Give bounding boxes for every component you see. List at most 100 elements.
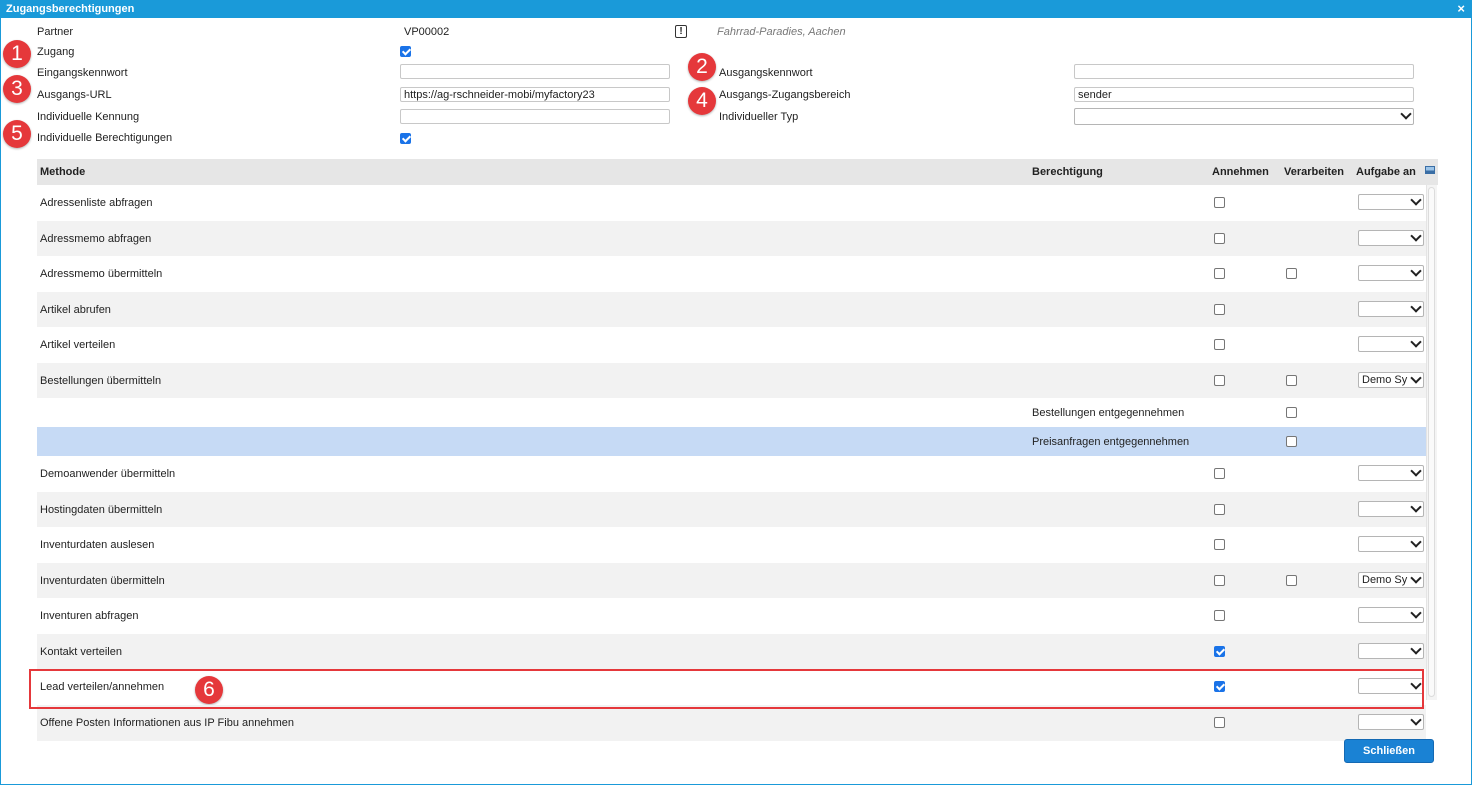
grid-scrollbar-thumb[interactable] <box>1428 187 1435 697</box>
annehmen-checkbox[interactable] <box>1214 197 1225 208</box>
annehmen-checkbox[interactable] <box>1214 268 1225 279</box>
annehmen-checkbox[interactable] <box>1214 468 1225 479</box>
table-row[interactable]: Artikel abrufen <box>37 292 1426 327</box>
table-row[interactable]: Hostingdaten übermitteln <box>37 492 1426 527</box>
chevron-down-icon <box>1410 231 1422 242</box>
annehmen-checkbox[interactable] <box>1214 610 1225 621</box>
table-row[interactable]: Adressenliste abfragen <box>37 185 1426 221</box>
column-header-verarbeiten[interactable]: Verarbeiten <box>1284 166 1344 178</box>
aufgabe-an-select[interactable] <box>1358 465 1424 481</box>
individuelle-berechtigungen-checkbox[interactable] <box>400 133 411 144</box>
cell-methode: Inventuren abfragen <box>40 610 139 622</box>
cell-methode: Adressmemo übermitteln <box>40 268 163 280</box>
individueller-typ-label: Individueller Typ <box>719 111 799 123</box>
aufgabe-an-select[interactable]: Demo Sy <box>1358 572 1424 588</box>
annehmen-checkbox[interactable] <box>1214 233 1225 244</box>
aufgabe-an-select[interactable] <box>1358 336 1424 352</box>
chevron-down-icon <box>1410 573 1422 584</box>
individuelle-kennung-label: Individuelle Kennung <box>37 111 140 123</box>
column-header-berechtigung[interactable]: Berechtigung <box>1032 166 1103 178</box>
close-button[interactable]: Schließen <box>1344 739 1434 763</box>
dialog-title: Zugangsberechtigungen <box>6 3 135 15</box>
grid-scrollbar[interactable] <box>1426 185 1437 700</box>
table-row[interactable]: Inventuren abfragen <box>37 598 1426 634</box>
aufgabe-an-select[interactable] <box>1358 643 1424 659</box>
callout-badge-3: 3 <box>3 75 31 103</box>
annehmen-checkbox[interactable] <box>1214 339 1225 350</box>
chevron-down-icon <box>1400 109 1412 120</box>
chevron-down-icon <box>1410 337 1422 348</box>
annehmen-checkbox[interactable] <box>1214 539 1225 550</box>
partner-value: VP00002 <box>404 26 450 38</box>
column-header-aufgabe-an[interactable]: Aufgabe an <box>1356 166 1416 178</box>
cell-methode: Inventurdaten auslesen <box>40 539 155 551</box>
cell-methode: Artikel abrufen <box>40 304 111 316</box>
aufgabe-an-select[interactable]: Demo Sy <box>1358 372 1424 388</box>
aufgabe-an-select[interactable] <box>1358 607 1424 623</box>
annehmen-checkbox[interactable] <box>1214 504 1225 515</box>
aufgabe-an-select[interactable] <box>1358 501 1424 517</box>
annehmen-checkbox[interactable] <box>1214 646 1225 657</box>
aufgabe-an-select[interactable] <box>1358 230 1424 246</box>
ausgangskennwort-input[interactable] <box>1074 64 1414 79</box>
chevron-down-icon <box>1410 502 1422 513</box>
chevron-down-icon <box>1410 373 1422 384</box>
column-chooser-icon[interactable] <box>1425 166 1435 174</box>
individuelle-berechtigungen-label: Individuelle Berechtigungen <box>37 132 173 144</box>
aufgabe-an-select[interactable] <box>1358 194 1424 210</box>
partner-label: Partner <box>37 26 74 38</box>
grid-header: Methode Berechtigung Annehmen Verarbeite… <box>37 159 1438 185</box>
annehmen-checkbox[interactable] <box>1214 375 1225 386</box>
table-row[interactable]: Offene Posten Informationen aus IP Fibu … <box>37 705 1426 741</box>
annehmen-checkbox[interactable] <box>1214 304 1225 315</box>
table-row[interactable]: Bestellungen entgegennehmen <box>37 398 1426 427</box>
highlight-box <box>29 669 1424 709</box>
verarbeiten-checkbox[interactable] <box>1286 268 1297 279</box>
close-icon[interactable]: × <box>1457 1 1465 16</box>
aufgabe-an-select[interactable] <box>1358 714 1424 730</box>
zugang-checkbox[interactable] <box>400 46 411 57</box>
chevron-down-icon <box>1410 266 1422 277</box>
ausgangs-zugangsbereich-label: Ausgangs-Zugangsbereich <box>719 89 851 101</box>
chevron-down-icon <box>1410 715 1422 726</box>
ausgangs-zugangsbereich-input[interactable] <box>1074 87 1414 102</box>
verarbeiten-checkbox[interactable] <box>1286 436 1297 447</box>
table-row[interactable]: Demoanwender übermitteln <box>37 456 1426 492</box>
ausgangs-url-input[interactable] <box>400 87 670 102</box>
annehmen-checkbox[interactable] <box>1214 717 1225 728</box>
column-header-annehmen[interactable]: Annehmen <box>1212 166 1269 178</box>
ausgangs-url-label: Ausgangs-URL <box>37 89 112 101</box>
table-row[interactable]: Adressmemo übermitteln <box>37 256 1426 292</box>
chevron-down-icon <box>1410 608 1422 619</box>
table-row[interactable]: Inventurdaten auslesen <box>37 527 1426 563</box>
cell-berechtigung: Bestellungen entgegennehmen <box>1032 407 1185 419</box>
chevron-down-icon <box>1410 644 1422 655</box>
annehmen-checkbox[interactable] <box>1214 575 1225 586</box>
aufgabe-an-select[interactable] <box>1358 536 1424 552</box>
verarbeiten-checkbox[interactable] <box>1286 575 1297 586</box>
table-row[interactable]: Kontakt verteilen <box>37 634 1426 669</box>
table-row[interactable]: Inventurdaten übermitteln Demo Sy <box>37 563 1426 598</box>
table-row[interactable]: Adressmemo abfragen <box>37 221 1426 256</box>
column-header-methode[interactable]: Methode <box>40 166 85 178</box>
table-row[interactable]: Bestellungen übermitteln Demo Sy <box>37 363 1426 398</box>
cell-methode: Inventurdaten übermitteln <box>40 575 165 587</box>
table-row[interactable]: Artikel verteilen <box>37 327 1426 363</box>
partner-info-button[interactable]: ! <box>675 25 687 38</box>
callout-badge-5: 5 <box>3 120 31 148</box>
chevron-down-icon <box>1410 537 1422 548</box>
zugang-label: Zugang <box>37 46 75 58</box>
eingangskennwort-input[interactable] <box>400 64 670 79</box>
table-row[interactable]: Preisanfragen entgegennehmen <box>37 427 1426 456</box>
verarbeiten-checkbox[interactable] <box>1286 407 1297 418</box>
chevron-down-icon <box>1410 195 1422 206</box>
cell-methode: Demoanwender übermitteln <box>40 468 176 480</box>
cell-methode: Bestellungen übermitteln <box>40 375 162 387</box>
aufgabe-an-select[interactable] <box>1358 301 1424 317</box>
individuelle-kennung-input[interactable] <box>400 109 670 124</box>
aufgabe-an-select[interactable] <box>1358 265 1424 281</box>
individueller-typ-select[interactable] <box>1074 108 1414 125</box>
cell-berechtigung: Preisanfragen entgegennehmen <box>1032 436 1190 448</box>
callout-badge-4: 4 <box>688 87 716 115</box>
verarbeiten-checkbox[interactable] <box>1286 375 1297 386</box>
